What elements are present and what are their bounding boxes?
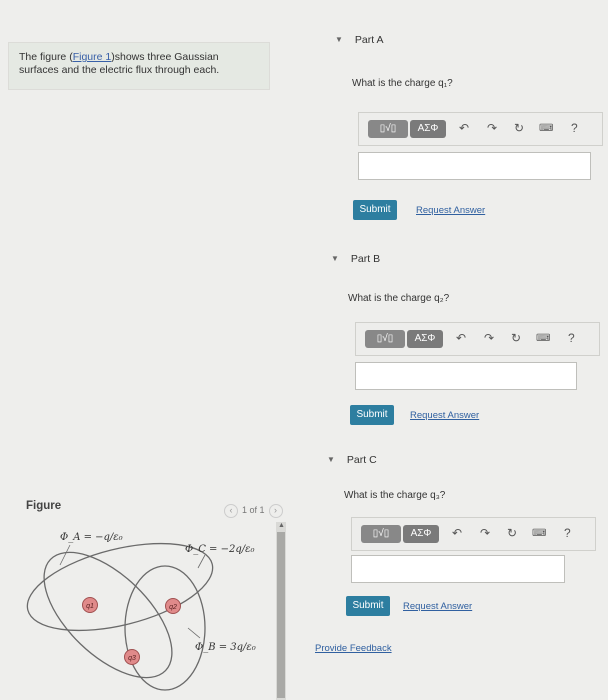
part-a-header[interactable]: ▼ Part A [335,34,384,46]
part-b-toolbar: ▯√▯ AΣΦ ↶ ↷ ↻ ⌨ ? [355,322,600,356]
provide-feedback-link[interactable]: Provide Feedback [315,643,392,654]
right-panel: ▼ Part A What is the charge q₁? ▯√▯ AΣΦ ↶… [305,0,608,700]
scroll-up-icon[interactable]: ▲ [278,522,285,529]
part-c-submit-button[interactable]: Submit [346,596,390,616]
help-icon[interactable]: ? [568,331,575,345]
symbols-button[interactable]: AΣΦ [403,525,439,543]
collapse-triangle-icon[interactable]: ▼ [331,254,339,263]
help-icon[interactable]: ? [564,526,571,540]
leader-b [187,627,201,639]
prev-figure-button[interactable]: ‹ [224,504,238,518]
svg-text:q2: q2 [169,604,177,611]
figure-label: Figure [26,500,62,512]
templates-button[interactable]: ▯√▯ [361,525,401,543]
reset-icon[interactable]: ↻ [511,331,521,345]
part-a-submit-button[interactable]: Submit [353,200,397,220]
symbols-button[interactable]: AΣΦ [407,330,443,348]
part-a-toolbar: ▯√▯ AΣΦ ↶ ↷ ↻ ⌨ ? [358,112,603,146]
collapse-triangle-icon[interactable]: ▼ [327,455,335,464]
surface-c [43,551,173,679]
redo-icon[interactable]: ↷ [480,526,490,540]
svg-text:q3: q3 [128,655,136,662]
left-panel: The figure (Figure 1)shows three Gaussia… [0,0,295,700]
flux-b-label: Φ_B = 3q/ε₀ [195,642,256,653]
help-icon[interactable]: ? [571,121,578,135]
collapse-triangle-icon[interactable]: ▼ [335,35,343,44]
charge-q2: q2 [165,598,181,614]
svg-text:q1: q1 [86,603,94,610]
intro-text: The figure (Figure 1)shows three Gaussia… [8,42,270,90]
undo-icon[interactable]: ↶ [456,331,466,345]
redo-icon[interactable]: ↷ [484,331,494,345]
undo-icon[interactable]: ↶ [459,121,469,135]
part-c-toolbar: ▯√▯ AΣΦ ↶ ↷ ↻ ⌨ ? [351,517,596,551]
part-b-header[interactable]: ▼ Part B [331,253,380,265]
symbols-button[interactable]: AΣΦ [410,120,446,138]
next-figure-button[interactable]: › [268,504,283,518]
figure-scrollbar[interactable]: ▲ [276,522,286,700]
undo-icon[interactable]: ↶ [452,526,462,540]
part-c-answer-input[interactable] [351,555,565,583]
leader-c [197,554,206,569]
part-a-request-answer-link[interactable]: Request Answer [416,205,485,216]
part-b-request-answer-link[interactable]: Request Answer [410,410,479,421]
figure-pager: ‹ 1 of 1 › [220,504,287,518]
flux-c-label: Φ_C = −2q/ε₀ [185,544,254,555]
redo-icon[interactable]: ↷ [487,121,497,135]
charge-q3: q3 [124,649,140,665]
part-b-answer-input[interactable] [355,362,577,390]
leader-a [59,544,71,566]
flux-a-label: Φ_A = −q/ε₀ [60,532,123,543]
templates-button[interactable]: ▯√▯ [368,120,408,138]
gaussian-surfaces-figure: Φ_A = −q/ε₀ Φ_C = −2q/ε₀ Φ_B = 3q/ε₀ q1 … [26,532,256,691]
part-c-question: What is the charge q₃? [344,490,446,501]
keyboard-icon[interactable]: ⌨ [532,528,546,539]
part-a-question: What is the charge q₁? [352,78,453,89]
templates-button[interactable]: ▯√▯ [365,330,405,348]
reset-icon[interactable]: ↻ [507,526,517,540]
part-c-header[interactable]: ▼ Part C [327,454,377,466]
scroll-thumb[interactable] [277,532,285,698]
keyboard-icon[interactable]: ⌨ [539,123,553,134]
figure-link[interactable]: Figure 1 [73,51,112,63]
reset-icon[interactable]: ↻ [514,121,524,135]
part-b-submit-button[interactable]: Submit [350,405,394,425]
keyboard-icon[interactable]: ⌨ [536,333,550,344]
part-a-answer-input[interactable] [358,152,591,180]
part-c-request-answer-link[interactable]: Request Answer [403,601,472,612]
charge-q1: q1 [82,597,98,613]
part-b-question: What is the charge q₂? [348,293,450,304]
